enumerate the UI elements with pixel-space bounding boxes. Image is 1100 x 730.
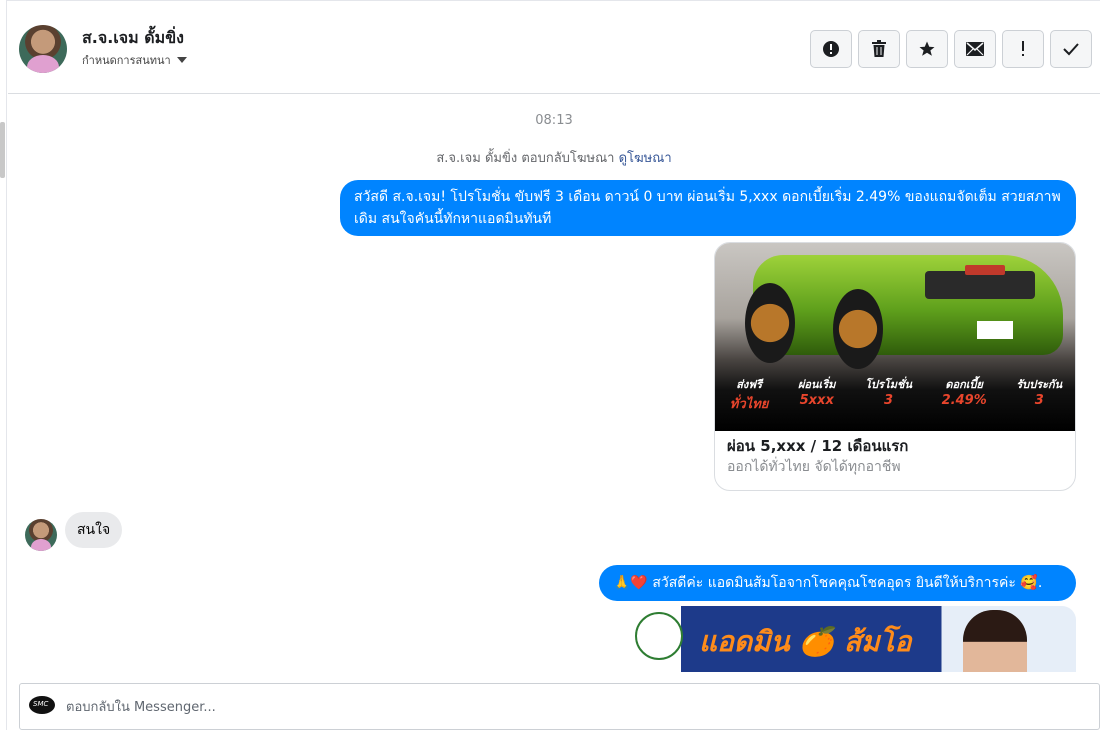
outgoing-message[interactable]: สวัสดี ส.จ.เจม! โปรโมชั่น ขับฟรี 3 เดือน… (340, 180, 1076, 236)
car-grille (925, 271, 1035, 299)
alert-circle-icon (823, 41, 839, 57)
contact-avatar-small[interactable] (25, 519, 57, 551)
car-wheel-rear (745, 283, 795, 363)
ad-reply-text: ส.จ.เจม ดั้มขิ่ง ตอบกลับโฆษณา (436, 151, 615, 166)
report-button[interactable] (810, 30, 852, 68)
isuzu-logo (965, 265, 1005, 275)
message-timestamp: 08:13 (535, 113, 573, 128)
star-icon (919, 41, 935, 56)
reply-input[interactable] (66, 692, 1086, 722)
messenger-inbox: ส.จ.เจม ดั้มขิ่ง กำหนดการสนทนา 08:13 ส.จ… (0, 0, 1100, 730)
exclamation-icon (1022, 41, 1024, 56)
promo-row: ส่งฟรี ทั่วไทย ผ่อนเริ่ม 5xxx โปรโมชั่น 3 ด… (715, 371, 1075, 431)
chevron-down-icon (176, 57, 187, 63)
conversation-header: ส.จ.เจม ดั้มขิ่ง กำหนดการสนทนา (8, 5, 1100, 94)
car-body-shape (753, 255, 1063, 355)
mark-done-button[interactable] (1050, 30, 1092, 68)
promo-free-delivery: ส่งฟรี ทั่วไทย (729, 378, 769, 412)
left-panel-edge (0, 0, 7, 730)
admin-banner-image[interactable]: แอดมิน 🍊 ส้มโอ (627, 606, 1076, 672)
checkmark-icon (1063, 43, 1079, 56)
left-scrollbar[interactable] (0, 122, 5, 178)
mark-unread-button[interactable] (954, 30, 996, 68)
star-button[interactable] (906, 30, 948, 68)
promo-installment: ผ่อนเริ่ม 5xxx (797, 378, 836, 408)
view-ad-link[interactable]: ดูโฆษณา (619, 151, 672, 166)
dealer-logo (635, 612, 683, 660)
promo-interest: ดอกเบี้ย 2.49% (941, 378, 987, 408)
mark-spam-button[interactable] (1002, 30, 1044, 68)
trash-icon (872, 40, 886, 57)
admin-photo (963, 610, 1027, 672)
header-actions (810, 30, 1092, 68)
incoming-message[interactable]: สนใจ (65, 512, 123, 548)
outgoing-message-2[interactable]: 🙏❤️ สวัสดีค่ะ แอดมินส้มโอจากโชคคุณโชคอุด… (599, 565, 1076, 601)
ad-card-title: ผ่อน 5,xxx / 12 เดือนแรก (727, 437, 909, 455)
delete-button[interactable] (858, 30, 900, 68)
promo-promotion: โปรโมชั่น 3 (865, 378, 913, 408)
car-image: ส่งฟรี ทั่วไทย ผ่อนเริ่ม 5xxx โปรโมชั่น 3 ด… (715, 243, 1075, 431)
contact-name[interactable]: ส.จ.เจม ดั้มขิ่ง (82, 26, 184, 51)
ad-card[interactable]: ส่งฟรี ทั่วไทย ผ่อนเริ่ม 5xxx โปรโมชั่น 3 ด… (714, 242, 1076, 491)
banner-text: แอดมิน 🍊 ส้มโอ (699, 625, 912, 658)
license-plate (977, 321, 1013, 339)
ad-reply-notice: ส.จ.เจม ดั้มขิ่ง ตอบกลับโฆษณา ดูโฆษณา (8, 147, 1100, 168)
car-wheel-front (833, 289, 883, 369)
reply-composer (19, 683, 1100, 730)
message-thread[interactable]: 08:13 ส.จ.เจม ดั้มขิ่ง ตอบกลับโฆษณา ดูโฆ… (8, 95, 1100, 672)
conversation-settings-label: กำหนดการสนทนา (82, 54, 171, 67)
contact-avatar[interactable] (19, 25, 67, 73)
conversation-settings-dropdown[interactable]: กำหนดการสนทนา (82, 51, 187, 69)
promo-warranty: รับประกัน 3 (1016, 378, 1063, 408)
page-avatar (29, 696, 55, 714)
envelope-icon (966, 42, 984, 56)
ad-card-subtitle: ออกได้ทั่วไทย จัดได้ทุกอาชีพ (727, 459, 901, 475)
